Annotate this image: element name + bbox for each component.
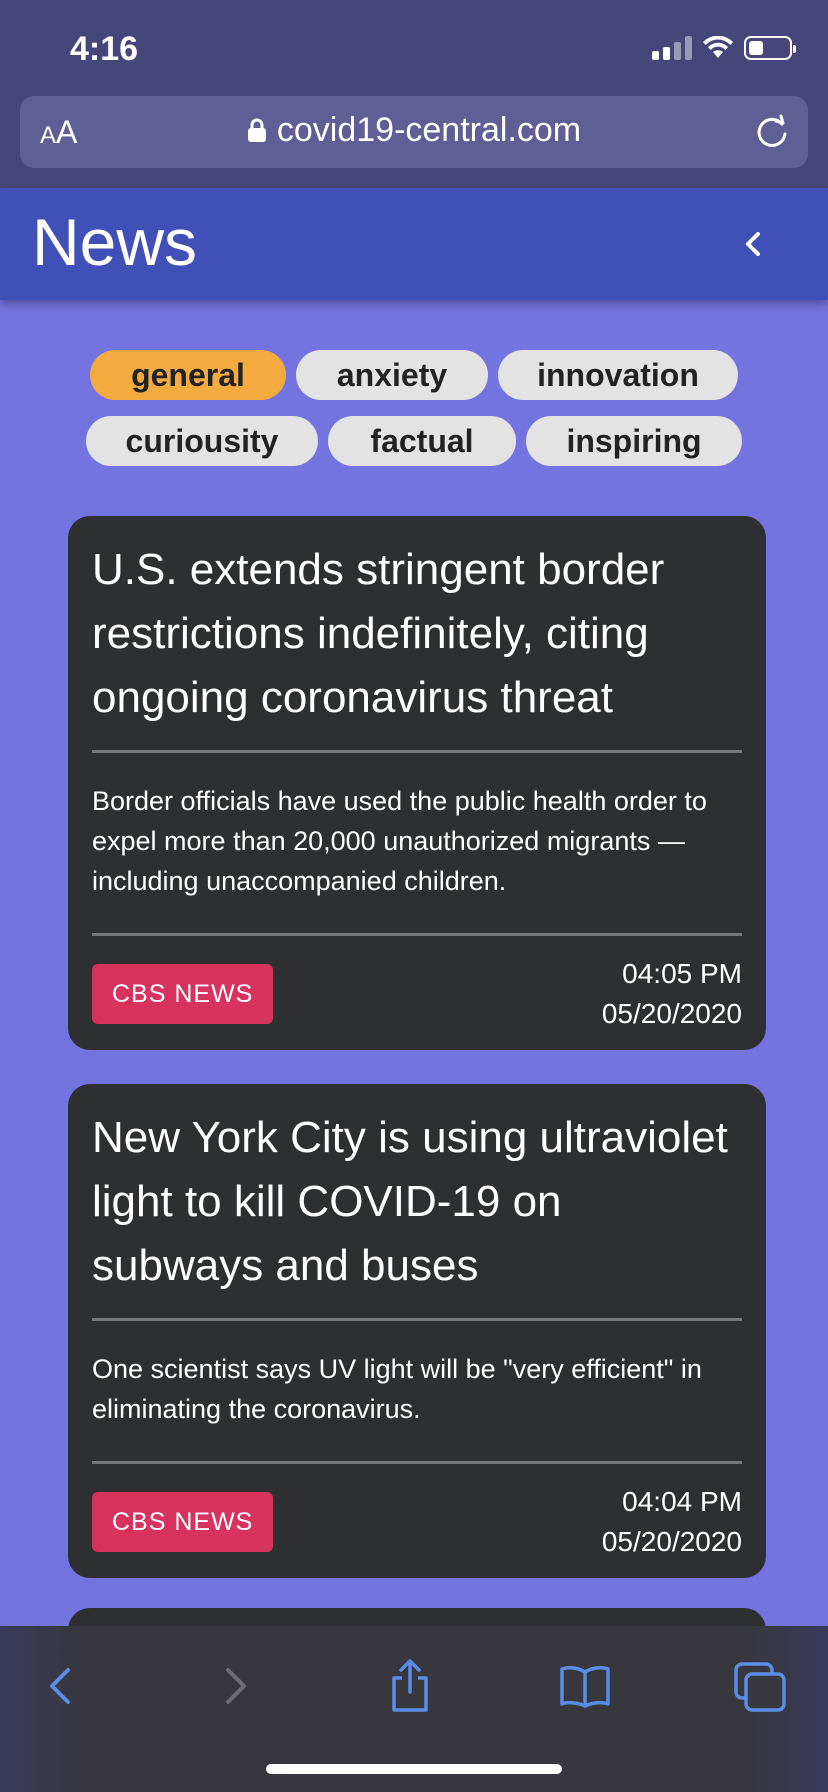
category-chip-innovation[interactable]: innovation — [498, 350, 738, 400]
source-badge[interactable]: CBS NEWS — [92, 964, 274, 1024]
article-summary: Border officials have used the public he… — [92, 786, 707, 896]
article-timestamp: 04:04 PM 05/20/2020 — [602, 1482, 742, 1562]
status-icons — [652, 36, 796, 60]
wifi-icon — [703, 36, 733, 58]
status-time: 4:16 — [70, 30, 139, 68]
category-chip-inspiring[interactable]: inspiring — [526, 416, 742, 466]
category-chip-curiousity[interactable]: curiousity — [86, 416, 318, 466]
news-card[interactable]: U.S. extends stringent border restrictio… — [68, 516, 766, 1050]
tabs-icon[interactable] — [730, 1656, 790, 1716]
category-filter: general anxiety innovation curiousity fa… — [0, 350, 828, 482]
category-row: curiousity factual inspiring — [0, 416, 828, 466]
share-icon[interactable] — [380, 1656, 440, 1716]
back-arrow-icon[interactable] — [32, 1656, 92, 1716]
card-footer: CBS NEWS 04:04 PM 05/20/2020 — [92, 1464, 742, 1562]
cellular-signal-icon — [652, 36, 692, 60]
article-time: 04:04 PM — [622, 1486, 742, 1517]
card-footer: CBS NEWS 04:05 PM 05/20/2020 — [92, 936, 742, 1034]
status-bar: 4:16 — [0, 0, 828, 96]
article-summary: One scientist says UV light will be "ver… — [92, 1354, 702, 1424]
news-feed: U.S. extends stringent border restrictio… — [68, 516, 766, 1612]
article-date: 05/20/2020 — [601, 998, 742, 1029]
app-header: News — [0, 188, 828, 300]
browser-address-area: AA covid19-central.com — [0, 96, 828, 188]
home-indicator[interactable] — [266, 1764, 562, 1774]
reload-icon[interactable] — [752, 112, 792, 152]
article-time: 04:05 PM — [622, 958, 742, 989]
news-card[interactable]: New York City is using ultraviolet light… — [68, 1084, 766, 1578]
forward-arrow-icon[interactable] — [204, 1656, 264, 1716]
article-timestamp: 04:05 PM 05/20/2020 — [602, 954, 742, 1034]
lock-icon — [247, 118, 266, 142]
category-chip-general[interactable]: general — [90, 350, 286, 400]
article-date: 05/20/2020 — [601, 1526, 742, 1557]
category-row: general anxiety innovation — [0, 350, 828, 400]
url-display[interactable]: covid19-central.com — [20, 111, 808, 150]
chevron-left-icon[interactable] — [734, 224, 774, 264]
article-headline[interactable]: U.S. extends stringent border restrictio… — [92, 538, 742, 730]
article-headline[interactable]: New York City is using ultraviolet light… — [92, 1106, 742, 1298]
url-text: covid19-central.com — [276, 111, 582, 149]
source-badge[interactable]: CBS NEWS — [92, 1492, 274, 1552]
bookmarks-icon[interactable] — [555, 1656, 615, 1716]
battery-icon — [744, 36, 796, 60]
category-chip-anxiety[interactable]: anxiety — [296, 350, 488, 400]
page-title: News — [32, 205, 198, 279]
address-bar[interactable]: AA covid19-central.com — [20, 96, 808, 168]
category-chip-factual[interactable]: factual — [328, 416, 516, 466]
